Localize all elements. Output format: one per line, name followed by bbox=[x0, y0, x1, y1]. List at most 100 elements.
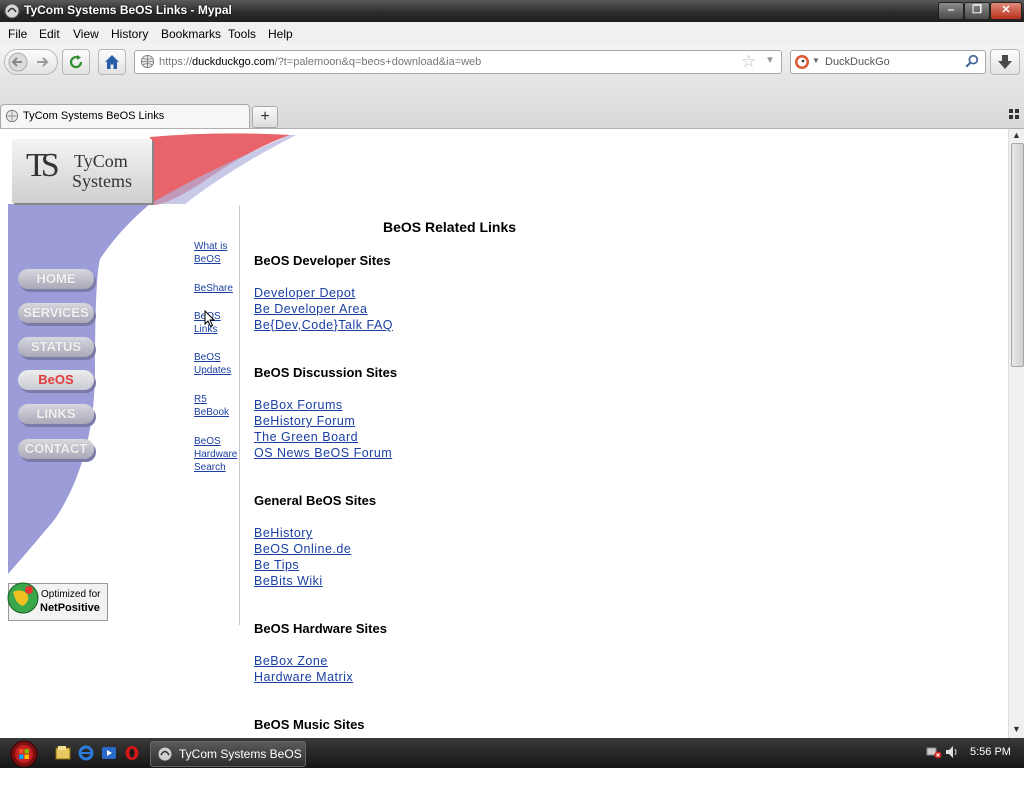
nav-services[interactable]: SERVICES bbox=[18, 303, 94, 323]
link-behistory-forum[interactable]: BeHistory Forum bbox=[254, 413, 355, 429]
link-be-developer-area[interactable]: Be Developer Area bbox=[254, 301, 367, 317]
url-domain: duckduckgo.com bbox=[192, 56, 275, 68]
reload-icon bbox=[69, 55, 83, 69]
badge-line2: NetPositive bbox=[40, 602, 100, 614]
engine-dropdown-icon[interactable]: ▼ bbox=[812, 56, 820, 65]
subnav-line: What is bbox=[194, 241, 228, 252]
link-be-tips[interactable]: Be Tips bbox=[254, 557, 299, 573]
link-beos-online[interactable]: BeOS Online.de bbox=[254, 541, 351, 557]
scroll-down-icon[interactable]: ▼ bbox=[1012, 724, 1021, 734]
logo-line1: TyCom bbox=[74, 151, 128, 171]
search-engine-label: DuckDuckGo bbox=[825, 56, 890, 68]
volume-icon[interactable] bbox=[944, 744, 960, 760]
nav-links[interactable]: LINKS bbox=[18, 404, 94, 424]
new-tab-button[interactable]: + bbox=[252, 106, 278, 128]
search-bar[interactable]: ▼ DuckDuckGo bbox=[790, 50, 986, 74]
subnav-line: Hardware bbox=[194, 449, 238, 460]
taskbar-window-button[interactable]: TyCom Systems BeOS ... bbox=[150, 741, 306, 785]
url-text: https://duckduckgo.com/?t=palemoon&q=beo… bbox=[159, 56, 481, 68]
back-arrow-icon[interactable] bbox=[8, 52, 28, 72]
menu-bookmarks[interactable]: Bookmarks bbox=[161, 27, 221, 41]
subnav-line: BeBook bbox=[194, 407, 230, 418]
nav-status[interactable]: STATUS bbox=[18, 337, 94, 357]
navigation-toolbar: https://duckduckgo.com/?t=palemoon&q=beo… bbox=[0, 44, 1024, 80]
vertical-scrollbar[interactable]: ▲ ▼ bbox=[1008, 129, 1024, 738]
link-bebox-zone[interactable]: BeBox Zone bbox=[254, 653, 328, 669]
tab-active[interactable]: TyCom Systems BeOS Links bbox=[0, 104, 250, 128]
menu-bar: File Edit View History Bookmarks Tools H… bbox=[0, 22, 1024, 44]
link-osnews-forum[interactable]: OS News BeOS Forum bbox=[254, 445, 392, 461]
duckduckgo-icon[interactable] bbox=[794, 54, 810, 70]
subnav-beshare[interactable]: BeShare bbox=[194, 282, 233, 295]
magnifier-icon[interactable] bbox=[965, 54, 979, 68]
nav-contact[interactable]: CONTACT bbox=[18, 439, 94, 459]
page-content: TS TyCom Systems HOME SERVICES STATUS Be… bbox=[0, 129, 1008, 738]
tab-bar: TyCom Systems BeOS Links + bbox=[0, 80, 1024, 129]
subnav-line: Updates bbox=[194, 365, 232, 376]
link-behistory[interactable]: BeHistory bbox=[254, 525, 313, 541]
subnav-beos-updates[interactable]: BeOS Updates bbox=[194, 351, 231, 377]
opera-icon[interactable] bbox=[124, 745, 140, 761]
scroll-thumb[interactable] bbox=[1011, 143, 1024, 367]
page-title: BeOS Related Links bbox=[383, 219, 517, 235]
tab-list-icon[interactable] bbox=[1008, 108, 1020, 120]
taskbar: TyCom Systems BeOS ... 5:56 PM bbox=[0, 738, 1024, 785]
link-hardware-matrix[interactable]: Hardware Matrix bbox=[254, 669, 353, 685]
subnav-r5-bebook[interactable]: R5 BeBook bbox=[194, 393, 229, 419]
url-rest: /?t=palemoon&q=beos+download&ia=web bbox=[274, 56, 482, 68]
url-prefix: https:// bbox=[159, 56, 193, 68]
maximize-button[interactable]: ❐ bbox=[964, 2, 990, 20]
menu-history[interactable]: History bbox=[111, 27, 148, 41]
address-bar[interactable]: https://duckduckgo.com/?t=palemoon&q=beo… bbox=[134, 50, 782, 74]
subnav-line: BeOS bbox=[194, 352, 221, 363]
media-icon[interactable] bbox=[101, 745, 117, 761]
logo-mark: TS bbox=[26, 147, 60, 184]
home-button[interactable] bbox=[98, 49, 126, 75]
site-logo[interactable]: TS TyCom Systems bbox=[12, 139, 152, 203]
close-button[interactable]: ✕ bbox=[990, 2, 1022, 20]
subnav-line: BeOS bbox=[194, 254, 221, 265]
section-heading: BeOS Developer Sites bbox=[254, 253, 391, 268]
start-orb-icon[interactable] bbox=[4, 739, 44, 767]
explorer-icon[interactable] bbox=[55, 745, 71, 761]
menu-view[interactable]: View bbox=[73, 27, 99, 41]
menu-tools[interactable]: Tools bbox=[228, 27, 256, 41]
netpositive-badge[interactable]: Optimized for NetPositive bbox=[7, 582, 108, 621]
page-globe-icon bbox=[5, 109, 19, 123]
link-bebox-forums[interactable]: BeBox Forums bbox=[254, 397, 343, 413]
subnav-beos-hardware-search[interactable]: BeOS Hardware Search bbox=[194, 435, 237, 474]
menu-file[interactable]: File bbox=[8, 27, 27, 41]
section-heading: BeOS Discussion Sites bbox=[254, 365, 398, 380]
section-heading: BeOS Hardware Sites bbox=[254, 621, 387, 636]
minimize-button[interactable]: ‒ bbox=[938, 2, 964, 20]
nav-beos[interactable]: BeOS bbox=[18, 370, 94, 390]
subnav-what-is-beos[interactable]: What is BeOS bbox=[194, 240, 227, 266]
subnav-line: BeShare bbox=[194, 283, 233, 294]
netpositive-globe-icon bbox=[7, 582, 39, 614]
menu-edit[interactable]: Edit bbox=[39, 27, 60, 41]
url-dropdown-icon[interactable]: ▼ bbox=[765, 55, 775, 66]
browser-icon bbox=[4, 3, 20, 19]
subnav-line: Search bbox=[194, 462, 226, 473]
link-bebits-wiki[interactable]: BeBits Wiki bbox=[254, 573, 323, 589]
title-bar: TyCom Systems BeOS Links - Mypal ‒ ❐ ✕ bbox=[0, 0, 1024, 22]
globe-icon bbox=[140, 54, 155, 69]
forward-arrow-icon[interactable] bbox=[35, 54, 51, 70]
link-green-board[interactable]: The Green Board bbox=[254, 429, 358, 445]
link-developer-depot[interactable]: Developer Depot bbox=[254, 285, 355, 301]
reload-button[interactable] bbox=[62, 49, 90, 75]
bookmark-star-icon[interactable]: ☆ bbox=[741, 52, 756, 72]
downloads-button[interactable] bbox=[990, 49, 1020, 75]
menu-help[interactable]: Help bbox=[268, 27, 293, 41]
subnav-line: BeOS bbox=[194, 436, 221, 447]
ie-icon[interactable] bbox=[78, 745, 94, 761]
clock[interactable]: 5:56 PM bbox=[970, 746, 1011, 758]
mouse-cursor-icon bbox=[204, 310, 216, 328]
nav-home[interactable]: HOME bbox=[18, 269, 94, 289]
scroll-up-icon[interactable]: ▲ bbox=[1012, 130, 1021, 140]
window-title: TyCom Systems BeOS Links - Mypal bbox=[24, 3, 232, 17]
link-devcodetalk-faq[interactable]: Be{Dev,Code}Talk FAQ bbox=[254, 317, 393, 333]
back-forward-group bbox=[4, 49, 58, 75]
network-icon[interactable] bbox=[926, 744, 942, 760]
taskbar-window-label: TyCom Systems BeOS ... bbox=[179, 747, 302, 785]
